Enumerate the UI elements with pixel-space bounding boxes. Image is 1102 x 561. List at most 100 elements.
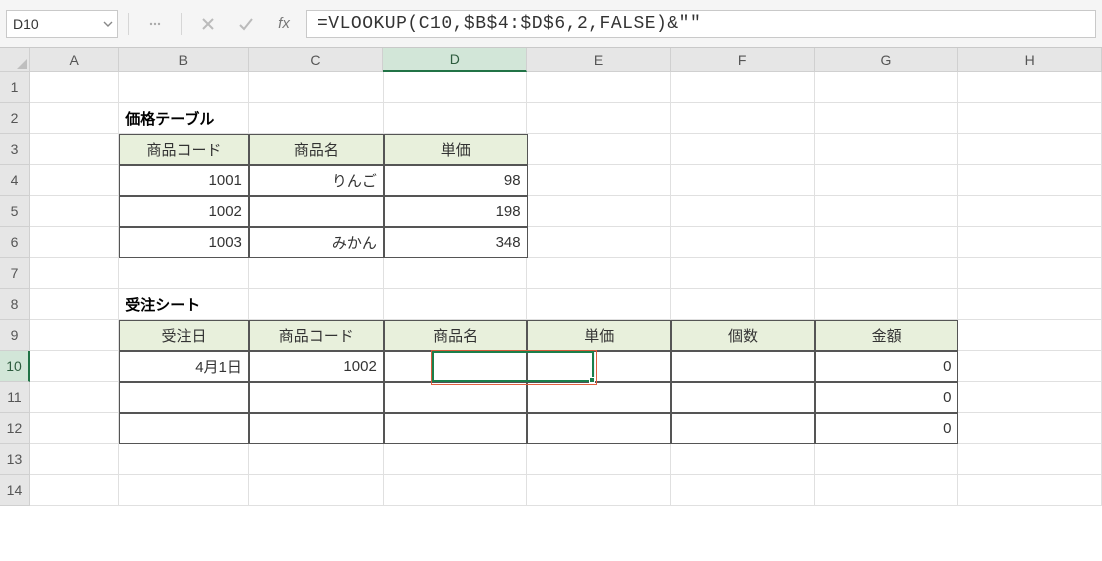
- cell-H10[interactable]: [958, 351, 1102, 382]
- cell-H13[interactable]: [958, 444, 1102, 475]
- col-header-B[interactable]: B: [119, 48, 249, 72]
- cell-F5[interactable]: [671, 196, 815, 227]
- cell-G8[interactable]: [815, 289, 959, 320]
- cell-A10[interactable]: [30, 351, 119, 382]
- cell-G2[interactable]: [815, 103, 959, 134]
- cell-B3[interactable]: 商品コード: [119, 134, 249, 165]
- cell-E6[interactable]: [528, 227, 672, 258]
- cell-H4[interactable]: [958, 165, 1102, 196]
- cell-C11[interactable]: [249, 382, 384, 413]
- cell-A11[interactable]: [30, 382, 119, 413]
- cell-A14[interactable]: [30, 475, 119, 506]
- cell-E11[interactable]: [527, 382, 671, 413]
- cell-C1[interactable]: [249, 72, 384, 103]
- cell-A7[interactable]: [30, 258, 119, 289]
- row-header-5[interactable]: 5: [0, 196, 30, 227]
- cell-E12[interactable]: [527, 413, 671, 444]
- cell-D9[interactable]: 商品名: [384, 320, 528, 351]
- cell-F14[interactable]: [671, 475, 815, 506]
- row-header-6[interactable]: 6: [0, 227, 30, 258]
- cell-F8[interactable]: [671, 289, 815, 320]
- cell-H7[interactable]: [958, 258, 1102, 289]
- cell-D1[interactable]: [384, 72, 528, 103]
- cell-C2[interactable]: [249, 103, 384, 134]
- row-header-12[interactable]: 12: [0, 413, 30, 444]
- cell-F12[interactable]: [671, 413, 815, 444]
- name-box[interactable]: D10: [6, 10, 118, 38]
- cell-H8[interactable]: [958, 289, 1102, 320]
- cell-H6[interactable]: [958, 227, 1102, 258]
- col-header-D[interactable]: D: [383, 48, 527, 72]
- cell-A9[interactable]: [30, 320, 119, 351]
- cell-H14[interactable]: [958, 475, 1102, 506]
- cell-A13[interactable]: [30, 444, 119, 475]
- cell-H9[interactable]: [958, 320, 1102, 351]
- row-header-8[interactable]: 8: [0, 289, 30, 320]
- cell-F13[interactable]: [671, 444, 815, 475]
- cell-D3[interactable]: 単価: [384, 134, 528, 165]
- cell-E9[interactable]: 単価: [527, 320, 671, 351]
- cell-C12[interactable]: [249, 413, 384, 444]
- cell-C10[interactable]: 1002: [249, 351, 384, 382]
- cell-H1[interactable]: [958, 72, 1102, 103]
- cell-B1[interactable]: [119, 72, 249, 103]
- cell-F1[interactable]: [671, 72, 815, 103]
- cell-D11[interactable]: [384, 382, 528, 413]
- cell-B12[interactable]: [119, 413, 249, 444]
- spreadsheet-grid[interactable]: A B C D E F G H 1 2 価格テーブル: [0, 48, 1102, 561]
- cell-B6[interactable]: 1003: [119, 227, 249, 258]
- select-all-corner[interactable]: [0, 48, 30, 72]
- cell-C4[interactable]: りんご: [249, 165, 384, 196]
- cell-B11[interactable]: [119, 382, 249, 413]
- fx-icon[interactable]: fx: [268, 10, 300, 38]
- row-header-10[interactable]: 10: [0, 351, 30, 382]
- cell-E14[interactable]: [527, 475, 671, 506]
- more-icon[interactable]: [139, 10, 171, 38]
- col-header-C[interactable]: C: [249, 48, 384, 72]
- cell-D8[interactable]: [384, 289, 528, 320]
- cell-C3[interactable]: 商品名: [249, 134, 384, 165]
- cell-G10[interactable]: 0: [815, 351, 959, 382]
- row-header-14[interactable]: 14: [0, 475, 30, 506]
- cell-C13[interactable]: [249, 444, 384, 475]
- cell-H5[interactable]: [958, 196, 1102, 227]
- cell-B10[interactable]: 4月1日: [119, 351, 249, 382]
- row-header-4[interactable]: 4: [0, 165, 30, 196]
- cell-A8[interactable]: [30, 289, 119, 320]
- cell-E3[interactable]: [528, 134, 672, 165]
- col-header-H[interactable]: H: [958, 48, 1102, 72]
- cell-D12[interactable]: [384, 413, 528, 444]
- cell-H12[interactable]: [958, 413, 1102, 444]
- cell-E8[interactable]: [527, 289, 671, 320]
- cell-D13[interactable]: [384, 444, 528, 475]
- row-header-11[interactable]: 11: [0, 382, 30, 413]
- cell-G7[interactable]: [815, 258, 959, 289]
- cell-C9[interactable]: 商品コード: [249, 320, 384, 351]
- col-header-A[interactable]: A: [30, 48, 119, 72]
- cell-G9[interactable]: 金額: [815, 320, 959, 351]
- cell-D6[interactable]: 348: [384, 227, 528, 258]
- cell-H2[interactable]: [958, 103, 1102, 134]
- cell-F9[interactable]: 個数: [671, 320, 815, 351]
- cell-D2[interactable]: [384, 103, 528, 134]
- cell-E13[interactable]: [527, 444, 671, 475]
- cell-C5[interactable]: [249, 196, 384, 227]
- row-header-1[interactable]: 1: [0, 72, 30, 103]
- cell-B13[interactable]: [119, 444, 249, 475]
- cell-F11[interactable]: [671, 382, 815, 413]
- cell-G14[interactable]: [815, 475, 959, 506]
- cell-A4[interactable]: [30, 165, 119, 196]
- cell-D7[interactable]: [384, 258, 528, 289]
- cell-F6[interactable]: [671, 227, 815, 258]
- chevron-down-icon[interactable]: [99, 19, 117, 29]
- cell-G13[interactable]: [815, 444, 959, 475]
- col-header-E[interactable]: E: [527, 48, 671, 72]
- cell-B4[interactable]: 1001: [119, 165, 249, 196]
- cell-B9[interactable]: 受注日: [119, 320, 249, 351]
- cell-G4[interactable]: [815, 165, 959, 196]
- row-header-9[interactable]: 9: [0, 320, 30, 351]
- cell-C6[interactable]: みかん: [249, 227, 384, 258]
- cell-G12[interactable]: 0: [815, 413, 959, 444]
- cell-G11[interactable]: 0: [815, 382, 959, 413]
- cell-B2[interactable]: 価格テーブル: [119, 103, 249, 134]
